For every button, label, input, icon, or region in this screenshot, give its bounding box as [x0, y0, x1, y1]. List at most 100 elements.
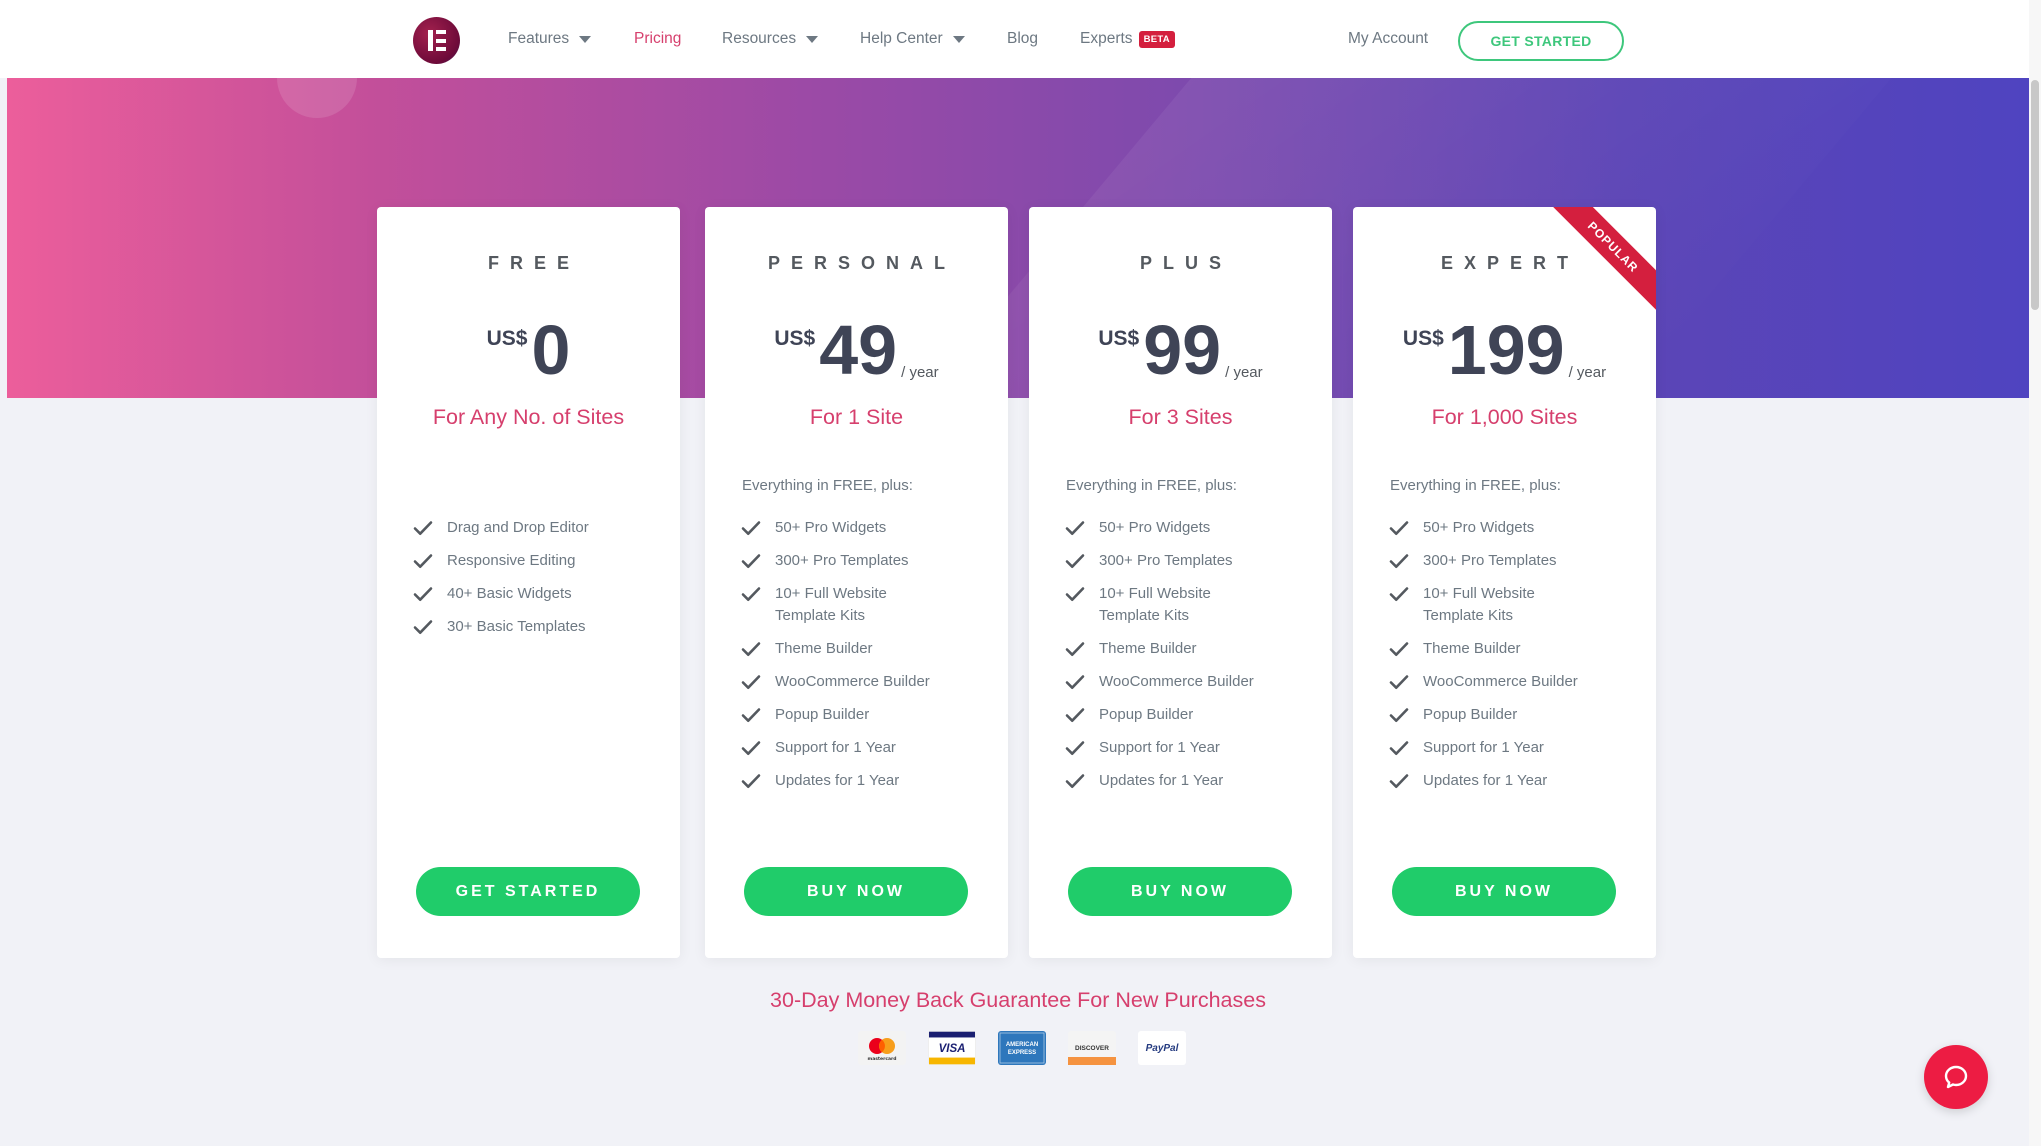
- plan-sites: For 1 Site: [809, 405, 904, 429]
- checkmark-icon: [741, 521, 761, 535]
- money-back-guarantee: 30-Day Money Back Guarantee For New Purc…: [770, 988, 1266, 1012]
- checkmark-icon: [1065, 774, 1085, 788]
- feature-label: Popup Builder: [1099, 706, 1194, 723]
- nav-help-center-label: Help Center: [860, 30, 943, 47]
- checkmark-icon: [1389, 587, 1409, 601]
- buy-now-button[interactable]: BUY NOW: [1068, 867, 1292, 916]
- decorative-bubble: [277, 78, 357, 118]
- plan-intro: Everything in FREE, plus:: [1390, 477, 1561, 494]
- checkmark-icon: [1389, 708, 1409, 722]
- feature-item: Theme Builder: [1389, 638, 1578, 660]
- checkmark-icon: [741, 675, 761, 689]
- plan-price: US$ 0: [377, 315, 680, 385]
- nav-pricing[interactable]: Pricing: [634, 30, 681, 48]
- feature-item: 300+ Pro Templates: [1065, 550, 1254, 572]
- chevron-down-icon: [579, 35, 592, 43]
- plan-price: US$ 199 / year: [1353, 315, 1656, 385]
- feature-label: Drag and Drop Editor: [447, 519, 589, 536]
- feature-label: WooCommerce Builder: [1099, 673, 1254, 690]
- checkmark-icon: [413, 521, 433, 535]
- feature-item: Theme Builder: [1065, 638, 1254, 660]
- plan-price: US$ 49 / year: [705, 315, 1008, 385]
- pricing-card-personal: PERSONAL US$ 49 / year For 1 Site Everyth…: [705, 207, 1008, 958]
- mastercard-icon: mastercard: [858, 1031, 906, 1065]
- feature-item: 40+ Basic Widgets: [413, 583, 589, 605]
- feature-item: 50+ Pro Widgets: [1389, 517, 1578, 539]
- feature-item: WooCommerce Builder: [741, 671, 930, 693]
- plan-sites: For Any No. of Sites: [432, 405, 625, 429]
- svg-text:EXPRESS: EXPRESS: [1008, 1050, 1036, 1056]
- feature-label: 50+ Pro Widgets: [775, 519, 887, 536]
- checkmark-icon: [741, 708, 761, 722]
- nav-experts-label: Experts: [1080, 30, 1133, 47]
- checkmark-icon: [1389, 741, 1409, 755]
- feature-item: Support for 1 Year: [1065, 737, 1254, 759]
- elementor-logo-icon[interactable]: [413, 17, 460, 64]
- feature-label: 50+ Pro Widgets: [1099, 519, 1211, 536]
- checkmark-icon: [1065, 554, 1085, 568]
- feature-label: 50+ Pro Widgets: [1423, 519, 1535, 536]
- chevron-down-icon: [806, 35, 819, 43]
- feature-label: Updates for 1 Year: [1423, 772, 1548, 789]
- checkmark-icon: [1389, 521, 1409, 535]
- nav-blog[interactable]: Blog: [1007, 30, 1038, 48]
- popular-ribbon: POPULAR: [1546, 207, 1656, 317]
- feature-item: 300+ Pro Templates: [741, 550, 930, 572]
- feature-item: 30+ Basic Templates: [413, 616, 589, 638]
- scrollbar-thumb[interactable]: [2031, 80, 2039, 310]
- nav-features-label: Features: [508, 30, 570, 47]
- checkmark-icon: [741, 741, 761, 755]
- nav-features[interactable]: Features: [508, 30, 592, 48]
- feature-item: Updates for 1 Year: [741, 770, 930, 792]
- feature-item: 10+ Full Website Template Kits: [741, 583, 930, 627]
- feature-label: 300+ Pro Templates: [1423, 552, 1557, 569]
- feature-item: Updates for 1 Year: [1065, 770, 1254, 792]
- feature-item: 300+ Pro Templates: [1389, 550, 1578, 572]
- feature-item: 10+ Full Website Template Kits: [1389, 583, 1578, 627]
- price-amount: 49: [819, 311, 898, 389]
- get-started-button[interactable]: GET STARTED: [416, 867, 640, 916]
- feature-item: Popup Builder: [741, 704, 930, 726]
- checkmark-icon: [413, 587, 433, 601]
- price-currency: US$: [1098, 327, 1140, 350]
- checkmark-icon: [413, 620, 433, 634]
- price-period: / year: [901, 364, 939, 381]
- feature-item: Support for 1 Year: [1389, 737, 1578, 759]
- plan-tier: FREE: [487, 253, 580, 273]
- feature-item: Popup Builder: [1065, 704, 1254, 726]
- feature-label: 10+ Full Website Template Kits: [775, 585, 887, 624]
- feature-label: Popup Builder: [1423, 706, 1518, 723]
- plan-tier: PERSONAL: [767, 253, 956, 273]
- feature-list: 50+ Pro Widgets 300+ Pro Templates 10+ Ful…: [741, 517, 930, 803]
- feature-label: Updates for 1 Year: [1099, 772, 1224, 789]
- price-currency: US$: [774, 327, 816, 350]
- paypal-icon: PayPal: [1138, 1031, 1186, 1065]
- top-navigation: Features Pricing Resources Help Center B…: [0, 0, 2041, 78]
- nav-experts[interactable]: Experts BETA: [1080, 30, 1175, 48]
- nav-help-center[interactable]: Help Center: [860, 30, 965, 48]
- nav-my-account[interactable]: My Account: [1348, 30, 1428, 48]
- checkmark-icon: [741, 774, 761, 788]
- svg-text:DISCOVER: DISCOVER: [1075, 1045, 1109, 1052]
- buy-now-button[interactable]: BUY NOW: [1392, 867, 1616, 916]
- buy-now-button[interactable]: BUY NOW: [744, 867, 968, 916]
- price-amount: 199: [1447, 311, 1565, 389]
- feature-item: Popup Builder: [1389, 704, 1578, 726]
- checkmark-icon: [1065, 675, 1085, 689]
- chat-bubble-icon[interactable]: [1924, 1045, 1988, 1109]
- nav-resources[interactable]: Resources: [722, 30, 819, 48]
- checkmark-icon: [1065, 708, 1085, 722]
- svg-text:AMERICAN: AMERICAN: [1006, 1042, 1038, 1048]
- hero-banner: [7, 78, 2029, 398]
- feature-label: Support for 1 Year: [1099, 739, 1220, 756]
- price-period: / year: [1225, 364, 1263, 381]
- feature-item: Drag and Drop Editor: [413, 517, 589, 539]
- feature-label: 300+ Pro Templates: [775, 552, 909, 569]
- feature-item: Support for 1 Year: [741, 737, 930, 759]
- feature-item: WooCommerce Builder: [1065, 671, 1254, 693]
- checkmark-icon: [1065, 587, 1085, 601]
- payment-methods: mastercard VISA AMERICAN EXPRESS DISCOVE…: [858, 1031, 1208, 1065]
- price-currency: US$: [486, 327, 528, 350]
- pricing-card-free: FREE US$ 0 For Any No. of Sites Drag and …: [377, 207, 680, 958]
- nav-get-started-button[interactable]: GET STARTED: [1458, 21, 1624, 61]
